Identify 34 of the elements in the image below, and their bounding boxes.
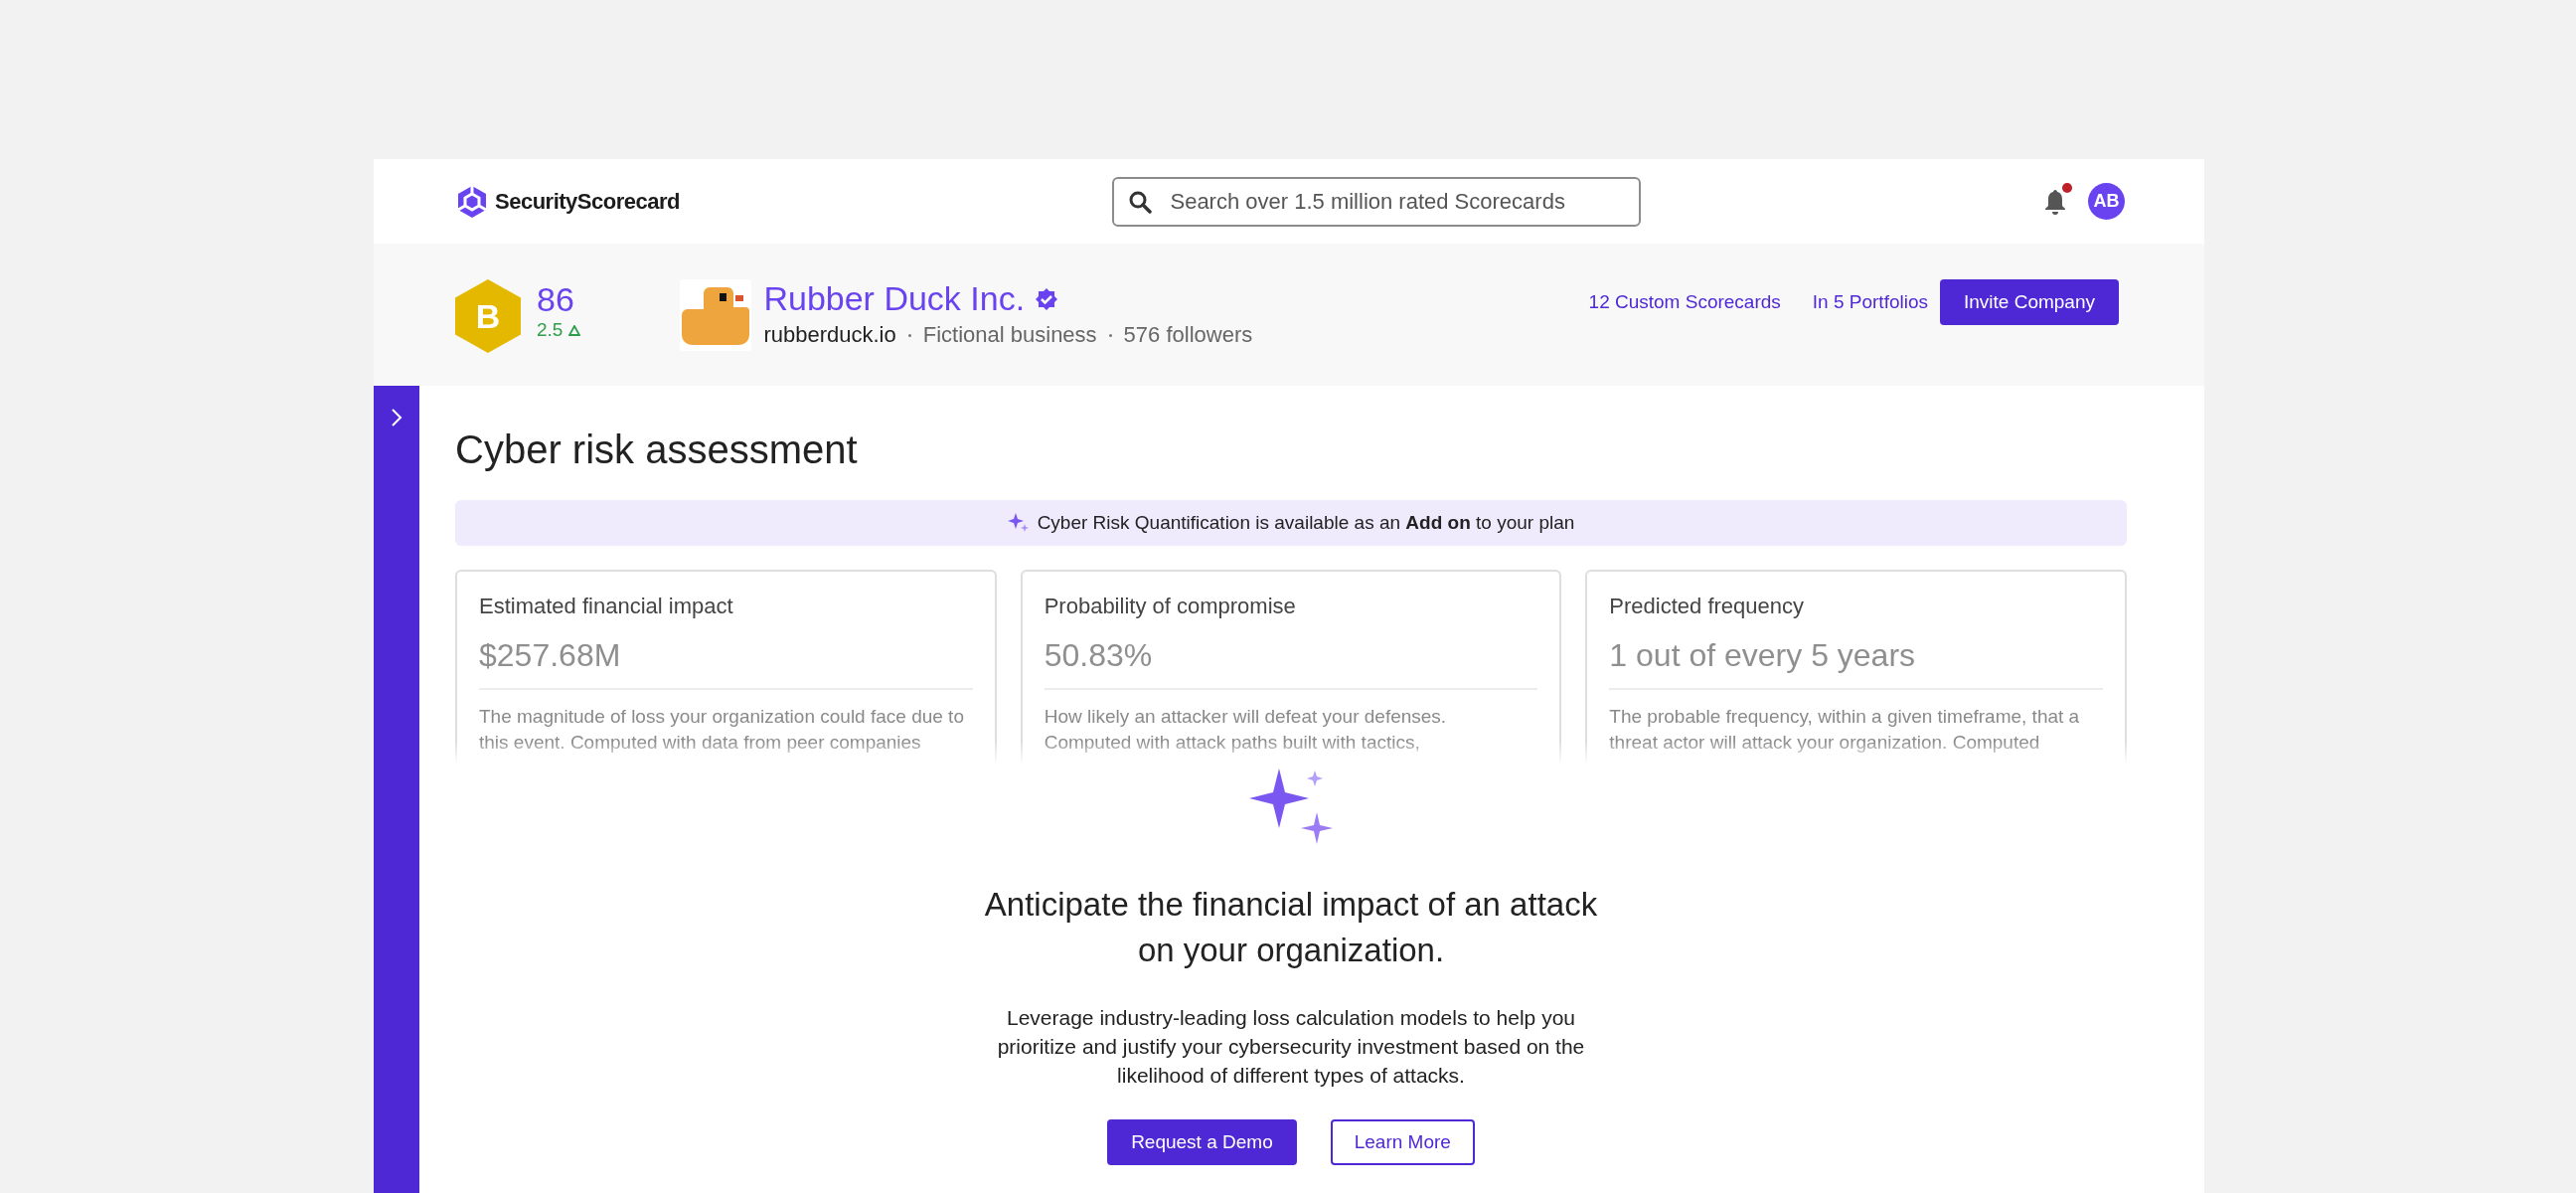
card-description: How likely an attacker will defeat your defenses. Computed with attack paths built with tactics, bbox=[1044, 705, 1448, 755]
search-field[interactable]: Search over 1.5 million rated Scorecards bbox=[1112, 176, 1642, 227]
grade-badge: B bbox=[455, 279, 521, 353]
card-description: The magnitude of loss your organization could face due to this event. Computed with data from peer companies bbox=[479, 705, 965, 755]
card-description: The probable frequency, within a given timeframe, that a threat actor will attack your organization. Computed bbox=[1609, 705, 2081, 755]
card-value: 1 out of every 5 years bbox=[1609, 637, 2103, 690]
header-link[interactable]: In 5 Portfolios bbox=[1812, 291, 1928, 313]
card-label: Probability of compromise bbox=[1044, 594, 1297, 619]
company-name: Rubber Duck Inc. bbox=[763, 279, 1026, 318]
page-title: Cyber risk assessment bbox=[455, 427, 859, 472]
promo-heading: Anticipate the financial impact of an attack on your organization. bbox=[983, 885, 1599, 970]
company-industry: Fictional business bbox=[922, 322, 1097, 348]
card-value: $257.68M bbox=[479, 637, 973, 690]
invite-button[interactable]: Invite Company bbox=[1940, 279, 2119, 325]
follower-count: 576 followers bbox=[1123, 322, 1253, 348]
triangle-icon bbox=[568, 324, 581, 336]
user-avatar[interactable]: AB bbox=[2088, 183, 2125, 220]
search-icon bbox=[1128, 189, 1153, 214]
card-label: Estimated financial impact bbox=[479, 594, 734, 619]
request-demo-button[interactable]: Request a Demo bbox=[1107, 1119, 1297, 1165]
logo-text[interactable]: SecurityScorecard bbox=[495, 188, 680, 215]
score-value: 86 bbox=[537, 279, 575, 319]
logo-icon bbox=[455, 184, 489, 219]
learn-more-button[interactable]: Learn More bbox=[1330, 1119, 1475, 1165]
sparkle-icon bbox=[1007, 512, 1030, 534]
card-label: Predicted frequency bbox=[1609, 594, 1805, 619]
bell-icon[interactable] bbox=[2044, 188, 2066, 215]
banner-text: Cyber Risk Quantification is available as an Add on to your plan bbox=[1037, 512, 1575, 534]
header-link[interactable]: 12 Custom Scorecards bbox=[1588, 291, 1781, 313]
company-domain: rubberduck.io bbox=[763, 322, 896, 348]
chevron-right-icon[interactable] bbox=[391, 408, 402, 427]
score-change: 2.5 bbox=[537, 319, 564, 341]
promo-text: Leverage industry-leading loss calculation models to help you prioritize and justify your cybersecurity investment based on the likelihood of different types of attacks. bbox=[996, 1005, 1586, 1089]
card-value: 50.83% bbox=[1044, 637, 1538, 690]
